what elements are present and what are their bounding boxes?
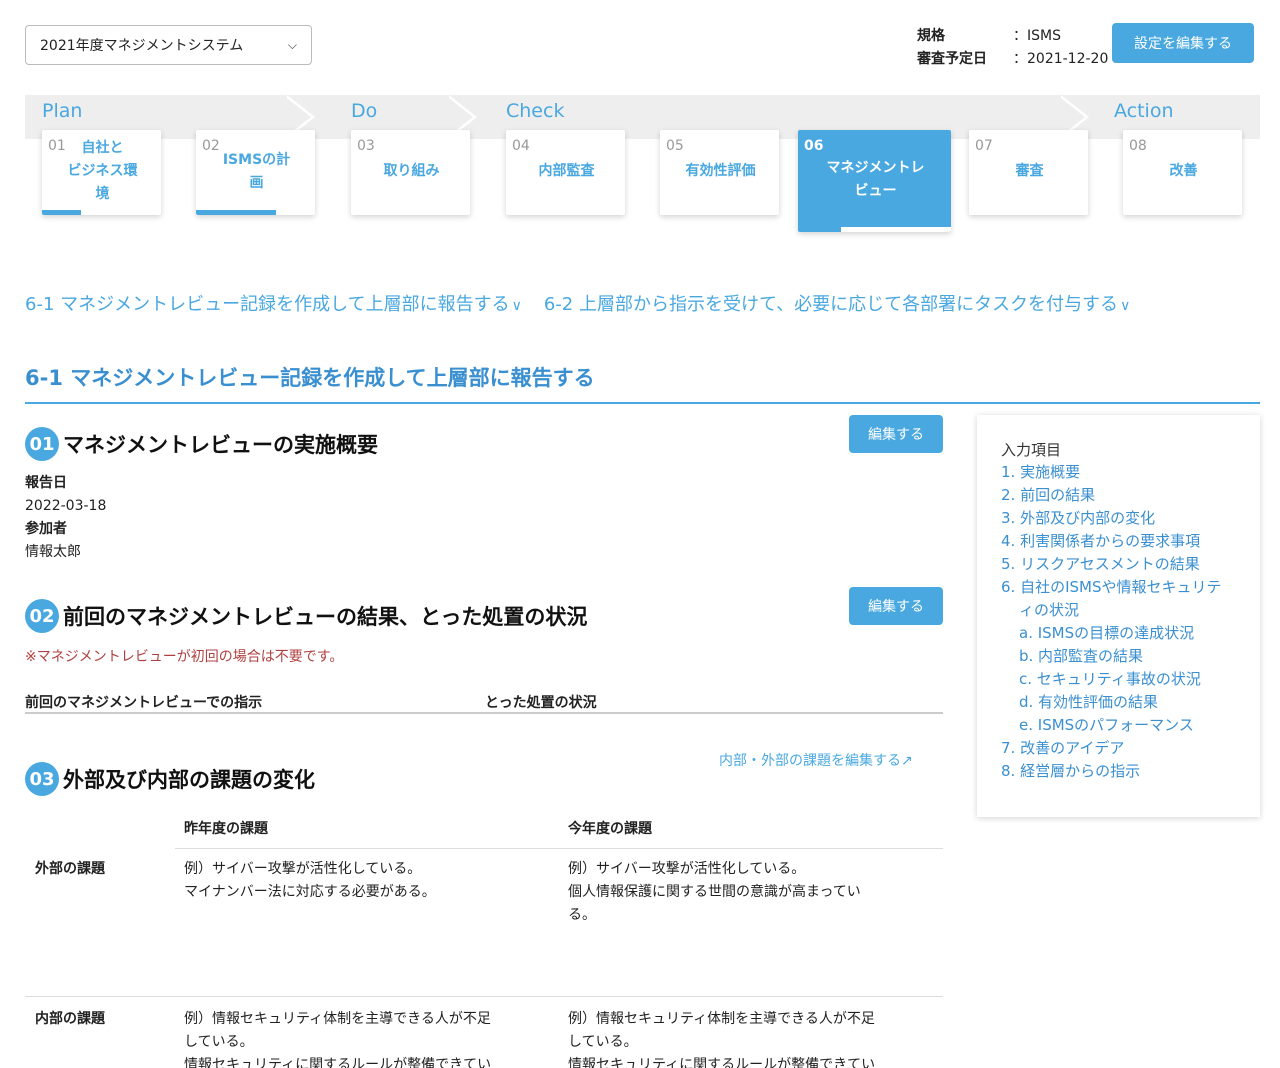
nav-item[interactable]: c. セキュリティ事故の状況 bbox=[1001, 668, 1222, 691]
input-items-list: 1. 実施概要 2. 前回の結果 3. 外部及び内部の変化 4. 利害関係者からの要求… bbox=[1001, 461, 1222, 783]
step-02[interactable]: 02 ISMSの計 画 bbox=[196, 130, 315, 215]
step-04[interactable]: 04 内部監査 bbox=[506, 130, 625, 215]
nav-item[interactable]: 3. 外部及び内部の変化 bbox=[1001, 507, 1222, 530]
phase-do: Do bbox=[351, 100, 378, 122]
col-previous-instruction: 前回のマネジメントレビューでの指示 bbox=[25, 695, 263, 711]
edit-overview-button[interactable]: 編集する bbox=[849, 415, 943, 453]
phase-check: Check bbox=[506, 100, 565, 122]
report-date-label: 報告日 bbox=[25, 475, 67, 491]
step-progress bbox=[196, 210, 276, 215]
nav-item[interactable]: 8. 経営層からの指示 bbox=[1001, 760, 1222, 783]
step-label: ISMSの計 画 bbox=[222, 151, 291, 191]
chevron-down-icon: ⌵ bbox=[287, 37, 297, 52]
participants-value: 情報太郎 bbox=[25, 544, 81, 560]
step-07[interactable]: 07 審査 bbox=[969, 130, 1088, 215]
row-label-internal: 内部の課題 bbox=[35, 1011, 105, 1027]
step-progress bbox=[798, 227, 841, 232]
step-progress bbox=[42, 210, 82, 215]
row-divider bbox=[25, 996, 943, 997]
previous-review-table-header: 前回のマネジメントレビューでの指示 とった処置の状況 bbox=[25, 690, 943, 714]
edit-issues-link-label: 内部・外部の課題を編集する bbox=[719, 753, 901, 769]
step-05[interactable]: 05 有効性評価 bbox=[660, 130, 779, 215]
heading-03: 03 外部及び内部の課題の変化 bbox=[25, 762, 315, 796]
first-review-note: ※マネジメントレビューが初回の場合は不要です。 bbox=[25, 649, 344, 665]
nav-item[interactable]: a. ISMSの目標の達成状況 bbox=[1001, 622, 1222, 645]
chevron-down-icon: ∨ bbox=[511, 298, 522, 314]
internal-prev: 例）情報セキュリティ体制を主導できる人が不足 している。 情報セキュリティに関す… bbox=[184, 1011, 492, 1068]
nav-item[interactable]: 4. 利害関係者からの要求事項 bbox=[1001, 530, 1222, 553]
nav-item[interactable]: d. 有効性評価の結果 bbox=[1001, 691, 1222, 714]
standard-label: 規格 bbox=[917, 28, 945, 44]
input-items-title: 入力項目 bbox=[1001, 441, 1062, 459]
heading-03-title: 外部及び内部の課題の変化 bbox=[63, 768, 315, 792]
nav-item[interactable]: b. 内部監査の結果 bbox=[1001, 645, 1222, 668]
input-items-nav: 入力項目 1. 実施概要 2. 前回の結果 3. 外部及び内部の変化 4. 利害関係者… bbox=[977, 415, 1260, 817]
step-03[interactable]: 03 取り組み bbox=[351, 130, 470, 215]
pdca-stepper: Plan Do Check Action 01 自社と ビジネス環 境 02 I… bbox=[25, 95, 1260, 235]
audit-date-label: 審査予定日 bbox=[917, 51, 987, 67]
phase-action: Action bbox=[1114, 100, 1174, 122]
anchor-6-1[interactable]: 6-1 マネジメントレビュー記録を作成して上層部に報告する ∨ bbox=[25, 290, 522, 316]
number-badge: 03 bbox=[25, 762, 59, 796]
anchor-6-2[interactable]: 6-2 上層部から指示を受けて、必要に応じて各部署にタスクを付与する ∨ bbox=[544, 290, 1130, 316]
external-prev: 例）サイバー攻撃が活性化している。 マイナンバー法に対応する必要がある。 bbox=[184, 861, 436, 900]
step-01[interactable]: 01 自社と ビジネス環 境 bbox=[42, 130, 161, 215]
step-label: 有効性評価 bbox=[685, 163, 756, 179]
number-badge: 01 bbox=[25, 427, 59, 461]
step-08[interactable]: 08 改善 bbox=[1123, 130, 1242, 215]
number-badge: 02 bbox=[25, 599, 59, 633]
external-link-icon: ↗ bbox=[901, 753, 913, 769]
heading-02-title: 前回のマネジメントレビューの結果、とった処置の状況 bbox=[63, 605, 588, 629]
standard-info: 規格 ：ISMS 審査予定日 ：2021-12-20 bbox=[917, 25, 1108, 71]
heading-01: 01 マネジメントレビューの実施概要 bbox=[25, 427, 378, 461]
nav-item[interactable]: 2. 前回の結果 bbox=[1001, 484, 1222, 507]
nav-item[interactable]: e. ISMSのパフォーマンス bbox=[1001, 714, 1222, 737]
col-action-status: とった処置の状況 bbox=[485, 695, 597, 711]
row-divider bbox=[175, 848, 943, 849]
management-system-select-value: 2021年度マネジメントシステム bbox=[40, 38, 244, 54]
anchor-6-1-label: 6-1 マネジメントレビュー記録を作成して上層部に報告する bbox=[25, 294, 510, 315]
edit-settings-button[interactable]: 設定を編集する bbox=[1112, 23, 1254, 63]
anchor-6-2-label: 6-2 上層部から指示を受けて、必要に応じて各部署にタスクを付与する bbox=[543, 294, 1119, 315]
section-anchors: 6-1 マネジメントレビュー記録を作成して上層部に報告する ∨ 6-2 上層部から… bbox=[25, 290, 1130, 316]
internal-curr: 例）情報セキュリティ体制を主導できる人が不足 している。 情報セキュリティに関す… bbox=[568, 1011, 876, 1068]
nav-item[interactable]: 5. リスクアセスメントの結果 bbox=[1001, 553, 1222, 576]
management-system-select[interactable]: 2021年度マネジメントシステム ⌵ bbox=[25, 25, 312, 65]
section-title: 6-1 マネジメントレビュー記録を作成して上層部に報告する bbox=[25, 366, 595, 390]
edit-previous-result-button[interactable]: 編集する bbox=[849, 587, 943, 625]
step-label: 審査 bbox=[1015, 163, 1044, 179]
nav-item[interactable]: 6. 自社のISMSや情報セキュリテ bbox=[1001, 576, 1222, 599]
heading-02: 02 前回のマネジメントレビューの結果、とった処置の状況 bbox=[25, 599, 587, 633]
section-divider bbox=[25, 402, 1260, 404]
report-date-field: 報告日 2022-03-18 参加者 情報太郎 bbox=[25, 472, 106, 564]
step-label: マネジメントレ ビュー bbox=[826, 160, 925, 199]
nav-item[interactable]: ィの状況 bbox=[1001, 599, 1222, 622]
step-label: 取り組み bbox=[383, 163, 440, 179]
step-label: 自社と ビジネス環 境 bbox=[67, 140, 138, 202]
row-label-external: 外部の課題 bbox=[35, 861, 105, 877]
heading-01-title: マネジメントレビューの実施概要 bbox=[63, 433, 378, 457]
chevron-down-icon: ∨ bbox=[1120, 298, 1131, 314]
standard-value: ：ISMS bbox=[1013, 28, 1061, 44]
nav-item[interactable]: 1. 実施概要 bbox=[1001, 461, 1222, 484]
participants-label: 参加者 bbox=[25, 521, 67, 537]
nav-item[interactable]: 7. 改善のアイデア bbox=[1001, 737, 1222, 760]
step-06[interactable]: 06 マネジメントレ ビュー bbox=[798, 130, 951, 232]
audit-date-value: ：2021-12-20 bbox=[1013, 51, 1109, 67]
step-label: 改善 bbox=[1169, 163, 1198, 179]
external-curr: 例）サイバー攻撃が活性化している。 個人情報保護に関する世間の意識が高まってい … bbox=[568, 861, 861, 923]
report-date-value: 2022-03-18 bbox=[25, 498, 107, 514]
edit-issues-link[interactable]: 内部・外部の課題を編集する↗ bbox=[719, 750, 913, 770]
step-label: 内部監査 bbox=[538, 163, 595, 179]
phase-plan: Plan bbox=[42, 100, 83, 122]
